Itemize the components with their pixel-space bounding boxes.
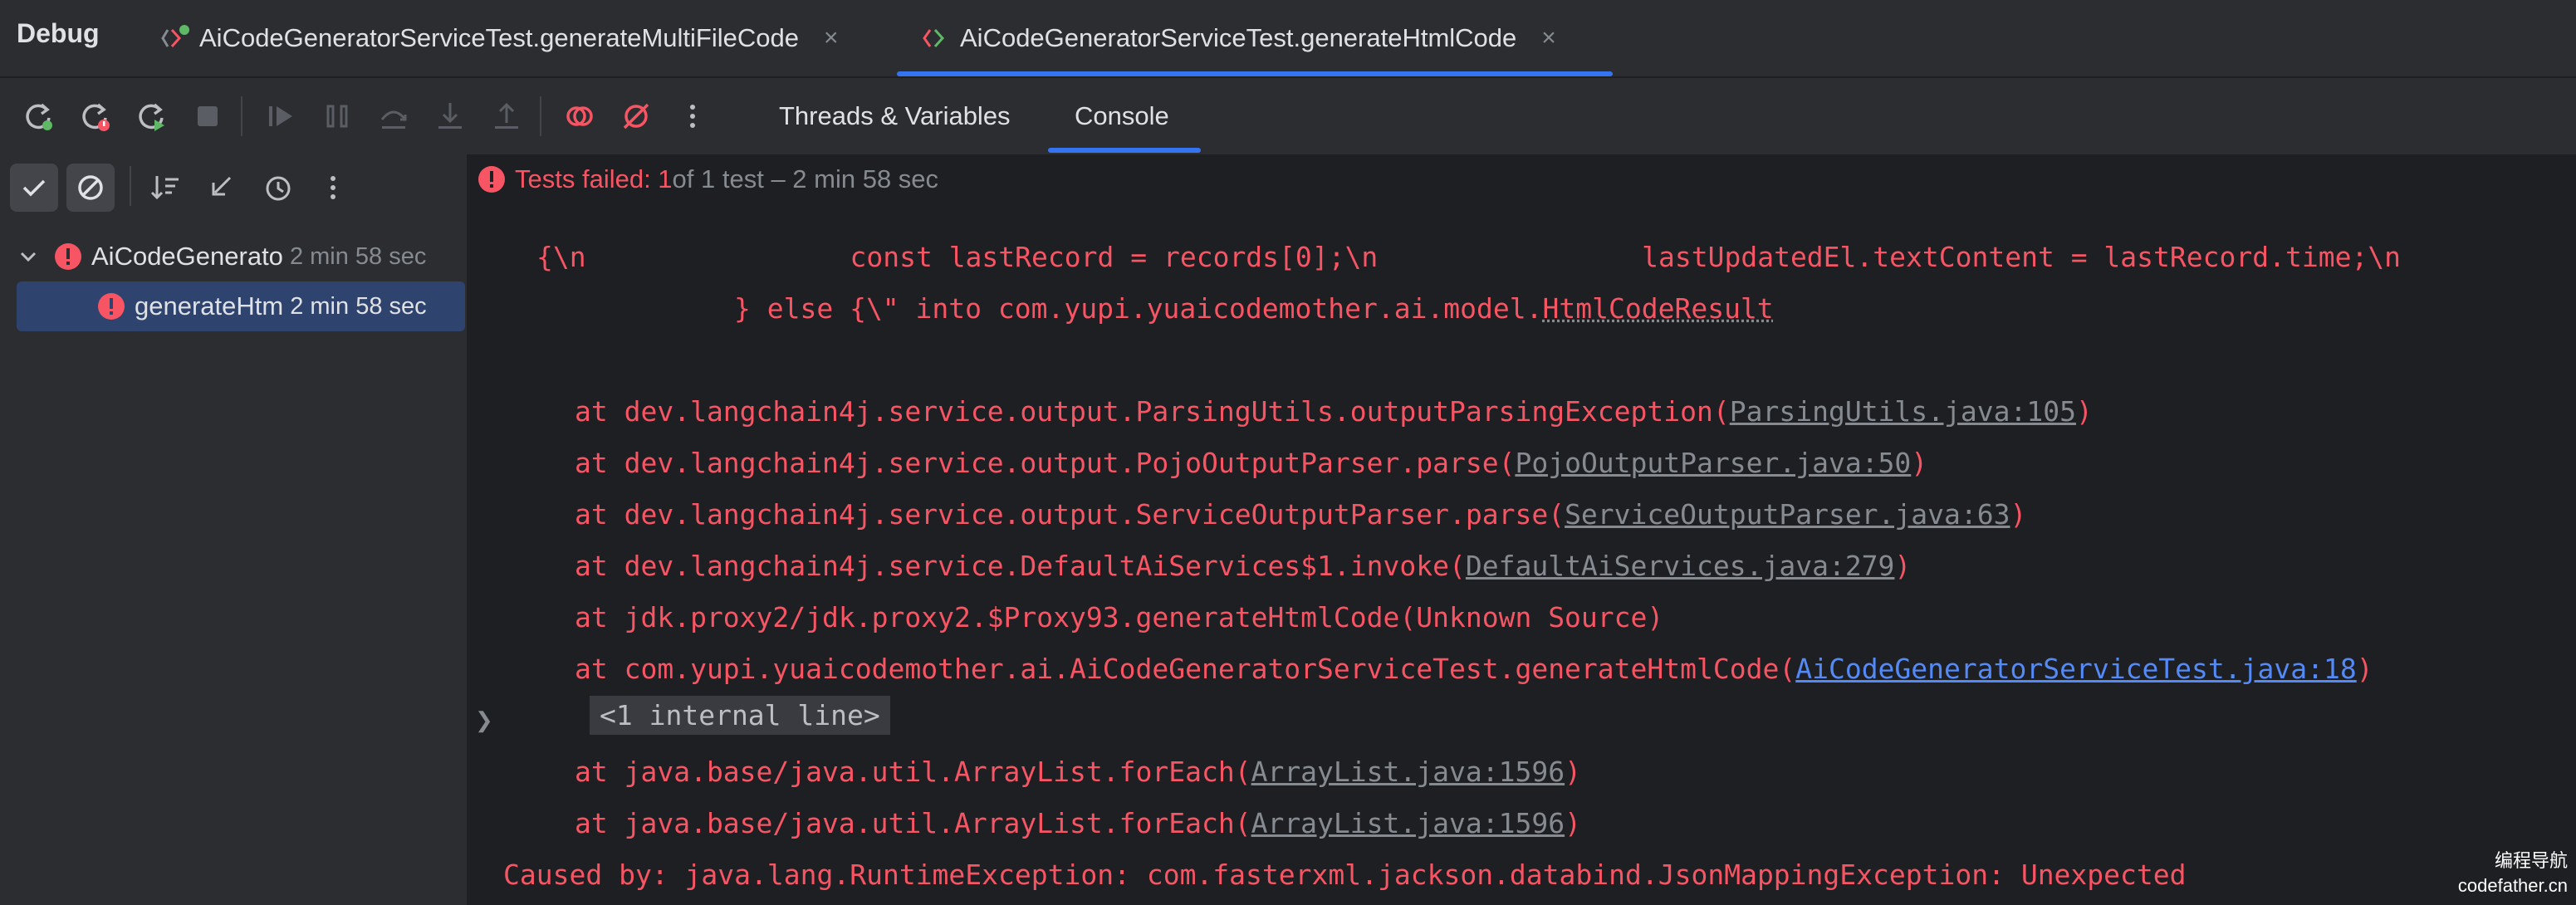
frame-suffix: ): [1894, 550, 1912, 582]
source-link[interactable]: ServiceOutputParser.java:63: [1565, 498, 2010, 531]
frame-suffix: ): [1911, 447, 1928, 479]
tests-failed-label: Tests failed: 1: [515, 164, 673, 193]
toolbar-separator: [130, 166, 131, 206]
tree-node-label: AiCodeGenerato: [91, 242, 283, 271]
source-link[interactable]: DefaultAiServices.java:279: [1466, 550, 1895, 582]
history-icon[interactable]: [254, 164, 302, 212]
console-line: {\n const lastRecord = records[0];\n las…: [536, 241, 2402, 273]
console-text: } else {\" into com.yupi.yuaicodemother.…: [734, 292, 1543, 325]
test-status-line: Tests failed: 1 of 1 test – 2 min 58 sec: [477, 159, 938, 199]
source-link[interactable]: ParsingUtils.java:105: [1730, 395, 2076, 428]
tree-node-label: generateHtm: [135, 291, 284, 320]
frame-text: at dev.langchain4j.service.output.PojoOu…: [575, 447, 1516, 479]
stack-frame: at java.base/java.util.ArrayList.forEach…: [575, 756, 1581, 788]
tree-node-duration: 2 min 58 sec: [289, 242, 427, 270]
chevron-right-icon[interactable]: ❯: [475, 707, 493, 733]
stack-frame: at jdk.proxy2/jdk.proxy2.$Proxy93.genera…: [575, 601, 1663, 634]
frame-suffix: ): [2356, 653, 2373, 685]
toolbar-separator: [241, 96, 242, 136]
console-line: } else {\" into com.yupi.yuaicodemother.…: [734, 292, 1774, 325]
tab-console[interactable]: Console: [1075, 78, 1169, 154]
collapse-icon[interactable]: [198, 164, 246, 212]
active-tab-indicator: [1048, 148, 1201, 153]
tree-node-duration: 2 min 58 sec: [290, 292, 427, 320]
active-tab-indicator: [897, 71, 1613, 76]
close-icon[interactable]: ×: [824, 24, 839, 52]
run-tab-label: AiCodeGeneratorServiceTest.generateMulti…: [199, 23, 799, 52]
frame-suffix: ): [1565, 756, 1581, 788]
internal-line-label[interactable]: <1 internal line>: [590, 696, 890, 735]
tests-summary: of 1 test – 2 min 58 sec: [672, 164, 939, 193]
run-tab-htmlcode[interactable]: AiCodeGeneratorServiceTest.generateHtmlC…: [920, 0, 1556, 76]
source-link[interactable]: ArrayList.java:1596: [1251, 756, 1565, 788]
pause-icon[interactable]: [317, 96, 357, 136]
run-tab-multifile[interactable]: AiCodeGeneratorServiceTest.generateMulti…: [159, 0, 839, 76]
source-link[interactable]: ArrayList.java:1596: [1251, 807, 1565, 839]
view-breakpoints-icon[interactable]: [560, 96, 600, 136]
frame-text: at dev.langchain4j.service.DefaultAiServ…: [575, 550, 1466, 582]
resume-icon[interactable]: [261, 96, 301, 136]
error-icon: [55, 243, 81, 270]
frame-text: at java.base/java.util.ArrayList.forEach…: [575, 807, 1251, 839]
caused-by-line: Caused by: java.lang.RuntimeException: c…: [503, 859, 2187, 891]
watermark-line: codefather.cn: [2457, 875, 2568, 896]
chevron-down-icon[interactable]: [17, 245, 40, 268]
rerun-auto-icon[interactable]: [131, 96, 171, 136]
frame-suffix: ): [1565, 807, 1581, 839]
test-run-icon: [923, 28, 945, 48]
source-link[interactable]: AiCodeGeneratorServiceTest.java:18: [1795, 653, 2357, 685]
frame-text: at com.yupi.yuaicodemother.ai.AiCodeGene…: [575, 653, 1796, 685]
sort-icon[interactable]: [141, 164, 189, 212]
tab-threads-variables[interactable]: Threads & Variables: [779, 78, 1011, 154]
show-passed-icon[interactable]: [10, 164, 58, 212]
stack-frame: at dev.langchain4j.service.output.PojoOu…: [575, 447, 1927, 479]
more-icon[interactable]: [309, 164, 357, 212]
stack-frame: at dev.langchain4j.service.output.Servic…: [575, 498, 2026, 531]
frame-text: at dev.langchain4j.service.output.Parsin…: [575, 395, 1730, 428]
folded-frames[interactable]: <1 internal line>: [590, 696, 890, 735]
frame-suffix: ): [2075, 395, 2093, 428]
mute-breakpoints-icon[interactable]: [616, 96, 656, 136]
error-icon: [98, 293, 125, 320]
rerun-failed-icon[interactable]: [75, 96, 115, 136]
tree-node-test-method[interactable]: generateHtm 2 min 58 sec: [17, 281, 465, 331]
step-into-icon[interactable]: [430, 96, 470, 136]
tool-window-title: Debug: [17, 18, 100, 48]
toolbar-separator: [540, 96, 541, 136]
step-over-icon[interactable]: [374, 96, 414, 136]
test-run-icon: [161, 25, 189, 48]
tree-node-test-class[interactable]: AiCodeGenerato 2 min 58 sec: [0, 232, 467, 281]
watermark-line: 编程导航: [2494, 850, 2568, 871]
error-icon: [478, 166, 505, 193]
stack-frame: at dev.langchain4j.service.output.Parsin…: [575, 395, 2093, 428]
class-reference: HtmlCodeResult: [1542, 292, 1774, 325]
frame-suffix: ): [2010, 498, 2027, 531]
watermark: 编程导航 codefather.cn: [2458, 849, 2568, 898]
source-link[interactable]: PojoOutputParser.java:50: [1515, 447, 1911, 479]
frame-text: at dev.langchain4j.service.output.Servic…: [575, 498, 1565, 531]
more-icon[interactable]: [673, 96, 713, 136]
run-tab-label: AiCodeGeneratorServiceTest.generateHtmlC…: [960, 23, 1517, 52]
frame-text: at java.base/java.util.ArrayList.forEach…: [575, 756, 1251, 788]
stop-icon[interactable]: [188, 96, 228, 136]
stack-frame: at java.base/java.util.ArrayList.forEach…: [575, 807, 1581, 839]
rerun-icon[interactable]: [18, 96, 58, 136]
step-out-icon[interactable]: [487, 96, 526, 136]
close-icon[interactable]: ×: [1541, 24, 1556, 52]
stack-frame: at com.yupi.yuaicodemother.ai.AiCodeGene…: [575, 653, 2373, 685]
show-ignored-icon[interactable]: [66, 164, 115, 212]
frame-text: at jdk.proxy2/jdk.proxy2.$Proxy93.genera…: [575, 601, 1664, 634]
stack-frame: at dev.langchain4j.service.DefaultAiServ…: [575, 550, 1911, 582]
